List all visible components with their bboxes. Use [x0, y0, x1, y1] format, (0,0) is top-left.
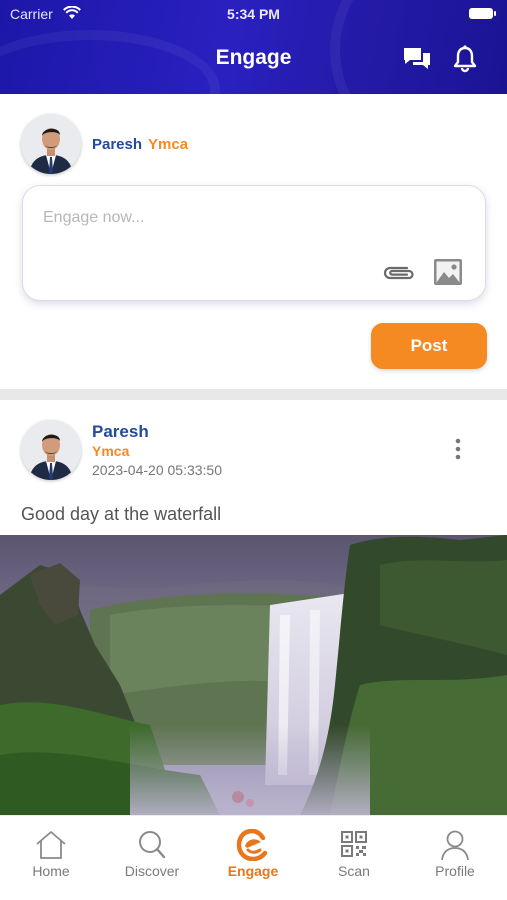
- bell-icon[interactable]: [450, 44, 480, 74]
- post-timestamp: 2023-04-20 05:33:50: [92, 462, 222, 478]
- app-screen: Carrier 5:34 PM Engage Paresh Ymca Engag…: [0, 0, 507, 900]
- search-icon: [139, 831, 166, 859]
- engage-input[interactable]: Engage now...: [22, 185, 486, 301]
- home-icon: [36, 831, 66, 859]
- person-icon: [441, 830, 469, 861]
- composer-user: Paresh Ymca: [92, 136, 188, 153]
- post-author-name[interactable]: Paresh: [92, 422, 149, 442]
- engage-input-placeholder: Engage now...: [43, 209, 145, 226]
- nav-engage[interactable]: Engage: [203, 816, 303, 900]
- chat-icon[interactable]: [402, 44, 432, 74]
- avatar[interactable]: [21, 114, 81, 174]
- nav-profile-label: Profile: [435, 863, 475, 879]
- status-bar: Carrier 5:34 PM: [0, 0, 507, 28]
- nav-home-label: Home: [32, 863, 70, 879]
- user-org: Ymca: [148, 136, 189, 153]
- nav-engage-label: Engage: [227, 863, 279, 879]
- battery-icon: [469, 8, 496, 19]
- nav-discover[interactable]: Discover: [102, 816, 202, 900]
- post-button[interactable]: Post: [371, 323, 487, 369]
- app-header: Carrier 5:34 PM Engage: [0, 0, 507, 94]
- nav-discover-label: Discover: [124, 863, 180, 879]
- engage-logo-icon: [236, 829, 268, 861]
- nav-scan[interactable]: Scan: [304, 816, 404, 900]
- qr-code-icon: [341, 831, 367, 857]
- paperclip-icon[interactable]: [381, 262, 417, 284]
- user-name: Paresh: [92, 136, 143, 153]
- post-text: Good day at the waterfall: [21, 504, 222, 524]
- bottom-nav: Home Discover Engage Scan Profile: [0, 815, 507, 900]
- section-divider: [0, 389, 507, 400]
- nav-profile[interactable]: Profile: [405, 816, 505, 900]
- post-card: Paresh Ymca 2023-04-20 05:33:50 Good day…: [0, 400, 507, 815]
- post-author-avatar[interactable]: [21, 420, 81, 480]
- image-icon[interactable]: [433, 258, 463, 286]
- nav-home[interactable]: Home: [1, 816, 101, 900]
- post-author-org: Ymca: [92, 443, 130, 459]
- post-composer: Paresh Ymca Engage now... Post: [0, 94, 507, 389]
- more-vertical-icon[interactable]: [450, 437, 466, 461]
- status-time: 5:34 PM: [227, 6, 280, 22]
- nav-scan-label: Scan: [338, 863, 370, 879]
- post-image[interactable]: [0, 535, 507, 815]
